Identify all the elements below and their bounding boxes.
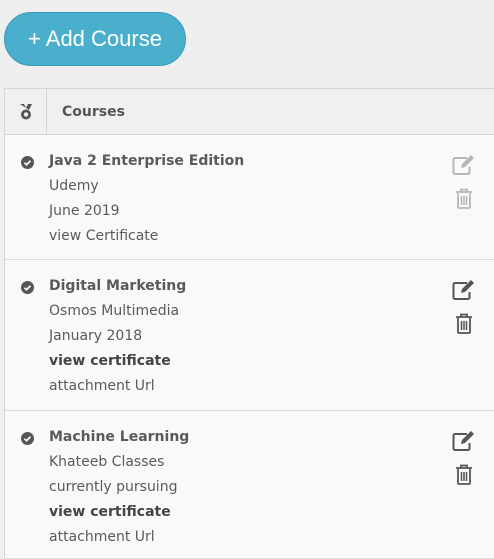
trash-icon[interactable] [455,313,473,343]
course-row: Machine Learning Khateeb Classes currently… [5,411,494,559]
check-circle-icon [21,153,34,178]
course-detail: January 2018 [49,328,143,344]
course-link[interactable]: attachment Url [49,374,494,399]
course-title: Machine Learning [49,429,190,445]
course-link[interactable]: view certificate [49,349,494,374]
edit-icon[interactable] [452,280,476,309]
course-detail: Udemy [49,178,99,194]
course-title: Java 2 Enterprise Edition [49,153,245,169]
course-title: Digital Marketing [49,278,187,294]
courses-header: Courses [62,103,125,120]
trash-icon[interactable] [455,188,473,218]
course-detail: June 2019 [49,203,120,219]
course-detail: currently pursuing [49,479,178,495]
check-circle-icon [21,429,34,454]
course-link[interactable]: attachment Url [49,525,494,550]
trash-icon[interactable] [455,464,473,494]
table-header: Courses [5,89,494,135]
edit-icon[interactable] [452,431,476,460]
courses-table: Courses Java 2 Enterprise Edition Udemy Ju… [4,88,494,559]
course-detail: Osmos Multimedia [49,303,180,319]
course-link[interactable]: view Certificate [49,224,494,249]
course-row: Digital Marketing Osmos Multimedia January… [5,260,494,411]
course-link[interactable]: view certificate [49,500,494,525]
edit-icon[interactable] [452,155,476,184]
add-course-button[interactable]: + Add Course [4,12,186,66]
check-circle-icon [21,278,34,303]
medal-icon [5,89,47,134]
course-row: Java 2 Enterprise Edition Udemy June 2019 v… [5,135,494,260]
course-detail: Khateeb Classes [49,454,165,470]
